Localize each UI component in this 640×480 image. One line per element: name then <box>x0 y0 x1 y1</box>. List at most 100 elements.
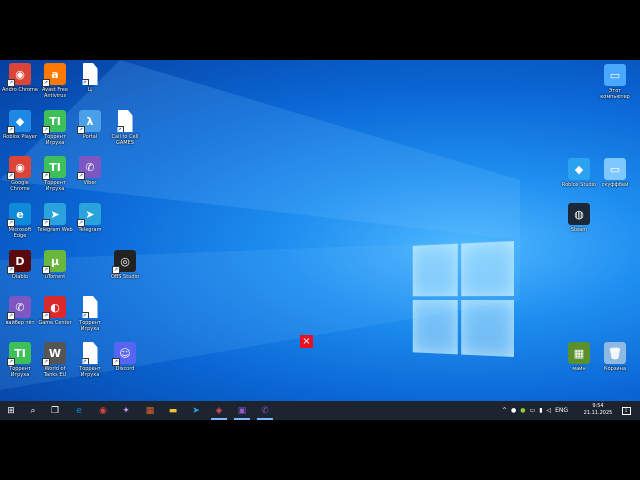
shortcut-arrow-icon: ↗ <box>42 358 50 366</box>
taskbar-telegram-icon[interactable]: ➤ <box>188 403 204 418</box>
clock-date: 21.11.2025 <box>583 410 613 416</box>
shortcut-arrow-icon: ↗ <box>42 79 50 87</box>
desktop-icon-label: Ц <box>88 87 92 93</box>
clock[interactable]: 9:54 21.11.2025 <box>582 403 614 417</box>
desktop-icon-торрент-игруха[interactable]: TI ↗ Торрент Игруха <box>2 342 38 378</box>
shortcut-arrow-icon: ↗ <box>117 126 124 133</box>
shortcut-arrow-icon: ↗ <box>112 358 120 366</box>
shortcut-arrow-icon: ↗ <box>112 266 120 274</box>
desktop-icon-label: Roblox Studio <box>561 182 597 188</box>
desktop-icon-скуффбей[interactable]: ▭ скуффбей <box>597 158 633 188</box>
notification-icon[interactable]: 1 <box>619 403 633 418</box>
shortcut-arrow-icon: ↗ <box>42 219 50 227</box>
shortcut-arrow-icon: ↗ <box>77 126 85 134</box>
desktop-icon-telegram[interactable]: ➤ ↗ Telegram <box>72 203 108 233</box>
taskbar-app4-icon[interactable]: ▦ <box>142 403 158 418</box>
google-chrome-icon: ◉ ↗ <box>7 156 31 180</box>
торрент-игруха-icon: TI ↗ <box>7 342 31 366</box>
desktop-icon-вайбер-тёт[interactable]: ✆ ↗ вайбер тёт <box>2 296 38 326</box>
shortcut-arrow-icon: ↗ <box>7 172 15 180</box>
desktop-icon-viber[interactable]: ✆ ↗ Viber <box>72 156 108 186</box>
taskbar-app3-icon[interactable]: ✦ <box>118 403 134 418</box>
desktop-icon-этот-компьютер[interactable]: ▭ Этот компьютер <box>597 64 633 100</box>
desktop-icon-label: uTorrent <box>44 274 66 280</box>
file-icon: ↗ <box>117 110 133 133</box>
desktop-icon-diablo[interactable]: D ↗ Diablo <box>2 250 38 280</box>
shortcut-arrow-icon: ↗ <box>7 266 15 274</box>
volume-icon[interactable]: ◁ <box>547 407 552 414</box>
desktop-icon-game-center[interactable]: ◐ ↗ Game Center <box>37 296 73 326</box>
taskbar-chrome-icon[interactable]: ◉ <box>95 403 111 418</box>
desktop-icon-utorrent[interactable]: µ ↗ uTorrent <box>37 250 73 280</box>
desktop-icon-майн[interactable]: ▦ майн <box>561 342 597 372</box>
desktop-icon-steam[interactable]: ◍ Steam <box>561 203 597 233</box>
close-icon[interactable]: × <box>300 335 313 348</box>
world-of-tanks-eu-icon: W ↗ <box>42 342 66 366</box>
telegram-web-icon: ➤ ↗ <box>42 203 66 227</box>
start-button[interactable]: ⊞ <box>3 403 19 418</box>
desktop-icon-telegram-web[interactable]: ➤ ↗ Telegram Web <box>37 203 73 233</box>
desktop-icon-microsoft-edge[interactable]: e ↗ Microsoft Edge <box>2 203 38 239</box>
roblox-studio-icon: ◆ <box>568 158 590 180</box>
discord-icon: ☺ ↗ <box>112 342 136 366</box>
windows-logo <box>412 241 514 359</box>
desktop-icon-google-chrome[interactable]: ◉ ↗ Google Chrome <box>2 156 38 192</box>
notification-count: 1 <box>621 406 631 415</box>
desktop-icon-label: Andro Chrome <box>2 87 38 93</box>
desktop-icon-obs-studio[interactable]: ◎ ↗ OBS Studio <box>107 250 143 280</box>
shortcut-arrow-icon: ↗ <box>42 266 50 274</box>
desktop-icon-world-of-tanks-eu[interactable]: W ↗ World of Tanks EU <box>37 342 73 378</box>
language-indicator[interactable]: ENG <box>555 407 568 414</box>
desktop-icon-avast-free-antivirus[interactable]: a ↗ Avast Free Antivirus <box>37 63 73 99</box>
desktop-icon-call-to-cell-games[interactable]: ↗ Call to Cell GAMES <box>107 110 143 146</box>
desktop-icon-andro-chrome[interactable]: ◉ ↗ Andro Chrome <box>2 63 38 93</box>
microsoft-edge-icon: e ↗ <box>7 203 31 227</box>
battery-icon[interactable]: ▮ <box>539 407 542 414</box>
shortcut-arrow-icon: ↗ <box>7 126 15 134</box>
desktop[interactable]: ◉ ↗ Andro Chrome a ↗ Avast Free Antivirus ↗ Ц ◆ ↗… <box>0 60 640 420</box>
taskbar-viber-icon[interactable]: ✆ <box>257 403 273 420</box>
desktop-icon-корзина[interactable]: 🗑 Корзина <box>597 342 633 372</box>
desktop-icon-discord[interactable]: ☺ ↗ Discord <box>107 342 143 372</box>
desktop-icon-label: Telegram Web <box>37 227 73 233</box>
desktop-icon-roblox-studio[interactable]: ◆ Roblox Studio <box>561 158 597 188</box>
shortcut-arrow-icon: ↗ <box>7 79 15 87</box>
desktop-icon-торрент-игруха[interactable]: ↗ Торрент Игруха <box>72 342 108 378</box>
shortcut-arrow-icon: ↗ <box>77 219 85 227</box>
app-tray-icon[interactable]: ● <box>520 407 525 414</box>
торрент-игруха-icon: TI ↗ <box>42 156 66 180</box>
этот-компьютер-icon: ▭ <box>604 64 626 86</box>
desktop-icon-торрент-игруха[interactable]: TI ↗ Торрент Игруха <box>37 156 73 192</box>
clock-time: 9:54 <box>592 403 604 409</box>
taskbar-app8-icon[interactable]: ▣ <box>234 403 250 420</box>
desktop-icon-label: Торрент Игруха <box>44 134 66 146</box>
utorrent-icon: µ ↗ <box>42 250 66 274</box>
desktop-icon-ц[interactable]: ↗ Ц <box>72 63 108 93</box>
file-icon: ↗ <box>82 342 98 364</box>
desktop-icon-label: Корзина <box>603 366 627 372</box>
andro-chrome-icon: ◉ ↗ <box>7 63 31 87</box>
taskbar-edge-icon[interactable]: e <box>71 403 87 418</box>
desktop-icon-торрент-игруха[interactable]: ↗ Торрент Игруха <box>72 296 108 332</box>
taskbar-app7-icon[interactable]: ◈ <box>211 403 227 420</box>
desktop-icon-portal[interactable]: λ ↗ Portal <box>72 110 108 140</box>
game-center-icon: ◐ ↗ <box>42 296 66 320</box>
desktop-icon-roblox-player[interactable]: ◆ ↗ Roblox Player <box>2 110 38 140</box>
mic-icon[interactable]: ● <box>511 407 516 414</box>
shortcut-arrow-icon: ↗ <box>82 79 89 86</box>
search-icon[interactable]: ⌕ <box>25 403 41 418</box>
task-view-icon[interactable]: ❐ <box>47 403 63 418</box>
network-icon[interactable]: ▭ <box>530 407 536 414</box>
майн-icon: ▦ <box>568 342 590 364</box>
chevron-up-icon[interactable]: ^ <box>502 407 507 414</box>
desktop-icon-label: World of Tanks EU <box>43 366 67 378</box>
desktop-icon-label: Roblox Player <box>3 134 37 140</box>
desktop-icon-label: Торрент Игруха <box>9 366 31 378</box>
desktop-icon-label: Discord <box>115 366 135 372</box>
taskbar-explorer-icon[interactable]: ▬ <box>165 403 181 418</box>
taskbar: ⊞ ⌕ ❐ e ◉ ✦ ▦ ▬ ➤ ◈ ▣ ✆ ^ ● ● ▭ ▮ ◁ ENG 9:54 21.… <box>0 401 640 420</box>
file-icon: ↗ <box>82 63 98 86</box>
viber-icon: ✆ ↗ <box>77 156 101 180</box>
desktop-icon-торрент-игруха[interactable]: TI ↗ Торрент Игруха <box>37 110 73 146</box>
shortcut-arrow-icon: ↗ <box>7 358 15 366</box>
